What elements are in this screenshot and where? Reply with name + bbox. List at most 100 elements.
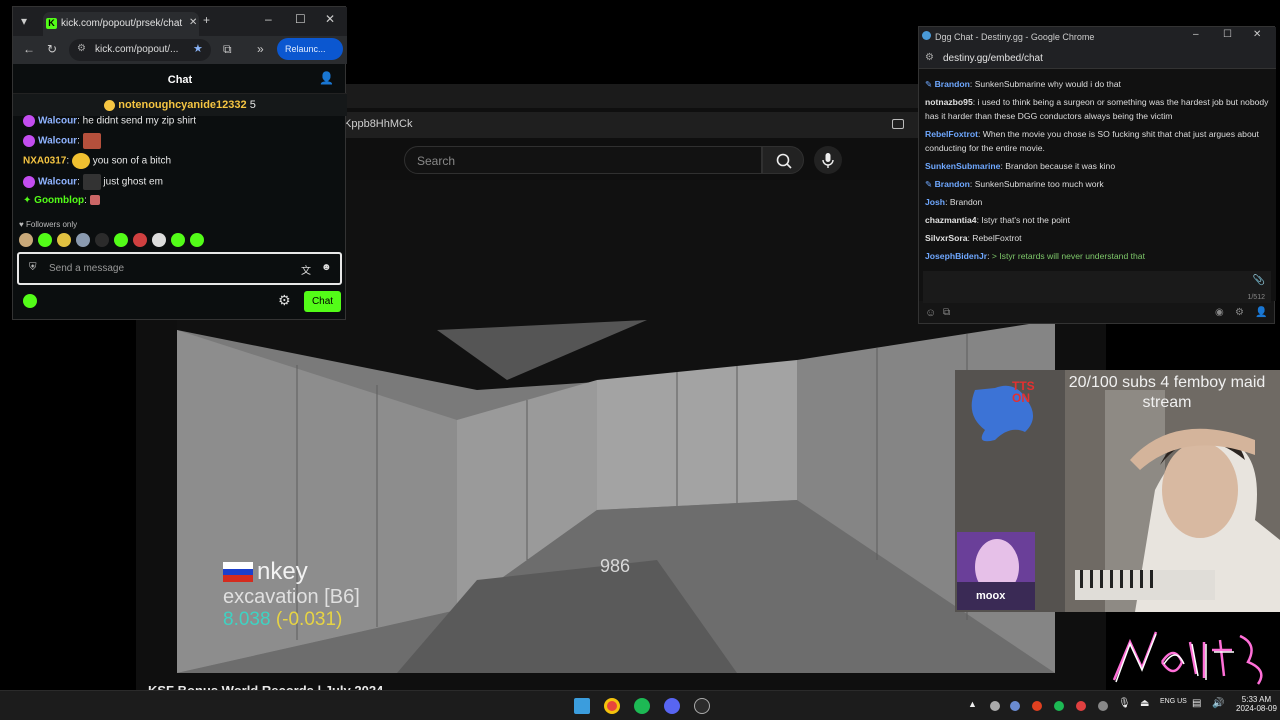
dgg-username[interactable]: chazmantia4	[925, 215, 977, 225]
dgg-whisper-icon[interactable]: ⧉	[943, 307, 950, 318]
chat-username[interactable]: Walcour	[38, 136, 77, 147]
chat-username[interactable]: Walcour	[38, 177, 77, 188]
usb-tray-icon[interactable]: ⏏	[1140, 698, 1149, 709]
dgg-username[interactable]: JosephBidenJr	[925, 251, 987, 261]
dgg-settings-icon[interactable]: ⚙	[1235, 307, 1244, 318]
tab-list-icon[interactable]: ▾	[21, 14, 27, 28]
dgg-username[interactable]: Brandon	[935, 79, 970, 89]
url-input[interactable]: ⚙ kick.com/popout/... ★	[69, 39, 211, 61]
tray-overflow-icon[interactable]: ▲	[968, 699, 977, 709]
emote-icon[interactable]	[76, 233, 90, 247]
microphone-tray-icon[interactable]: 🎙	[1118, 698, 1131, 709]
volume-icon[interactable]: 🔊	[1212, 698, 1224, 709]
chat-title: Chat	[167, 74, 193, 86]
obs-icon[interactable]	[694, 698, 710, 714]
dgg-window-title: Dgg Chat - Destiny.gg - Google Chrome	[935, 32, 1095, 42]
message-input[interactable]: ⛨ Send a message 文 ☻	[17, 252, 342, 285]
youtube-search-button[interactable]	[762, 146, 804, 174]
maximize-icon[interactable]: ☐	[295, 12, 306, 26]
pinned-user: notenoughcyanide12332	[118, 99, 247, 111]
emote-icon[interactable]	[152, 233, 166, 247]
dgg-site-info-icon[interactable]: ⚙	[925, 52, 934, 63]
dgg-chat-window: Dgg Chat - Destiny.gg - Google Chrome – …	[918, 26, 1276, 324]
attach-icon[interactable]: 📎	[1253, 275, 1265, 286]
emote-icon[interactable]	[133, 233, 147, 247]
relaunch-button[interactable]: Relaunc...	[277, 38, 343, 60]
dgg-username[interactable]: SilvxrSora	[925, 233, 968, 243]
pinned-gifter[interactable]: notenoughcyanide12332 5	[13, 94, 347, 116]
translate-icon[interactable]: 文	[301, 262, 311, 277]
discord-icon[interactable]	[664, 698, 680, 714]
dgg-maximize-icon[interactable]: ☐	[1223, 29, 1232, 40]
player-name: nkey	[257, 558, 308, 585]
verified-badge-icon: ✎	[925, 79, 933, 89]
chat-text: just ghost em	[103, 176, 163, 188]
close-tab-icon[interactable]: ✕	[189, 17, 197, 28]
kick-points-icon[interactable]	[23, 294, 37, 308]
dgg-text: Istyr that's not the point	[981, 215, 1070, 225]
chat-sep: :	[77, 115, 80, 127]
network-icon[interactable]: ▤	[1192, 698, 1201, 709]
chat-username[interactable]: Goomblop	[34, 195, 84, 206]
extensions-icon[interactable]: ⧉	[223, 42, 232, 57]
dgg-eye-icon[interactable]: ◉	[1215, 307, 1224, 318]
emote-icon[interactable]	[95, 233, 109, 247]
emote-icon[interactable]	[57, 233, 71, 247]
tray-gray-icon[interactable]	[1098, 701, 1108, 711]
start-menu-icon[interactable]	[574, 698, 590, 714]
tab-kick[interactable]: K kick.com/popout/prsek/chat ✕	[43, 12, 199, 36]
chat-username[interactable]: Walcour	[38, 116, 77, 127]
chat-username[interactable]: NXA0317	[23, 156, 66, 167]
dgg-emote-icon[interactable]: ☺	[925, 307, 936, 319]
relaunch-label: Relaunc...	[285, 44, 326, 54]
dgg-message-input[interactable]: 📎 1/512	[923, 271, 1271, 303]
dgg-username[interactable]: RebelFoxtrot	[925, 129, 978, 139]
dgg-username[interactable]: notnazbo95	[925, 97, 973, 107]
emote-icon[interactable]	[190, 233, 204, 247]
cast-icon[interactable]	[892, 119, 904, 129]
url-text: kick.com/popout/...	[95, 44, 179, 55]
brave-icon[interactable]	[1032, 701, 1042, 711]
back-icon[interactable]: ←	[23, 42, 35, 56]
new-tab-icon[interactable]: +	[203, 13, 210, 27]
chat-settings-icon[interactable]: ⚙	[278, 292, 291, 309]
tray-app-icon[interactable]	[990, 701, 1000, 711]
site-info-icon[interactable]: ⚙	[77, 43, 86, 54]
send-chat-button[interactable]: Chat	[304, 291, 341, 312]
emote-icon[interactable]	[171, 233, 185, 247]
emote-icon[interactable]	[38, 233, 52, 247]
spotify-icon[interactable]	[634, 698, 650, 714]
dgg-address-bar[interactable]: ⚙ destiny.gg/embed/chat	[919, 47, 1276, 69]
emote-icon[interactable]	[19, 233, 33, 247]
dgg-message: Josh: Brandon	[925, 197, 983, 207]
kick-address-bar: ← ↻ ⚙ kick.com/popout/... ★ ⧉ » Relaunc.…	[13, 36, 347, 64]
language-indicator[interactable]: ENG US	[1160, 697, 1187, 706]
player-row: nkey	[223, 558, 360, 586]
minimize-icon[interactable]: –	[265, 12, 272, 26]
more-extensions-icon[interactable]: »	[257, 42, 264, 56]
dgg-minimize-icon[interactable]: –	[1193, 29, 1199, 40]
map-name: excavation [B6]	[223, 586, 360, 608]
sub-badge-icon	[23, 135, 35, 147]
voice-search-button[interactable]	[814, 146, 842, 174]
youtube-search-input[interactable]: Search	[404, 146, 762, 174]
emoji-icon[interactable]: ☻	[321, 262, 332, 273]
dgg-username[interactable]: SunkenSubmarine	[925, 161, 1000, 171]
run-time: 8.038 (-0.031)	[223, 609, 360, 631]
emote-icon[interactable]	[114, 233, 128, 247]
dgg-username[interactable]: Brandon	[935, 179, 970, 189]
reload-icon[interactable]: ↻	[47, 42, 57, 56]
tray-red-icon[interactable]	[1076, 701, 1086, 711]
steam-icon[interactable]	[1010, 701, 1020, 711]
bookmark-star-icon[interactable]: ★	[193, 42, 203, 55]
close-window-icon[interactable]: ✕	[325, 12, 335, 26]
chat-message: NXA0317: you son of a bitch	[23, 153, 171, 169]
dgg-close-icon[interactable]: ✕	[1253, 29, 1261, 40]
system-clock[interactable]: 5:33 AM 2024-08-09	[1236, 695, 1277, 713]
dgg-users-icon[interactable]: 👤	[1255, 307, 1267, 318]
time-delta: (-0.031)	[275, 609, 343, 630]
spotify-tray-icon[interactable]	[1054, 701, 1064, 711]
dgg-username[interactable]: Josh	[925, 197, 945, 207]
chrome-icon[interactable]	[604, 698, 620, 714]
user-settings-icon[interactable]: 👤	[319, 71, 334, 85]
